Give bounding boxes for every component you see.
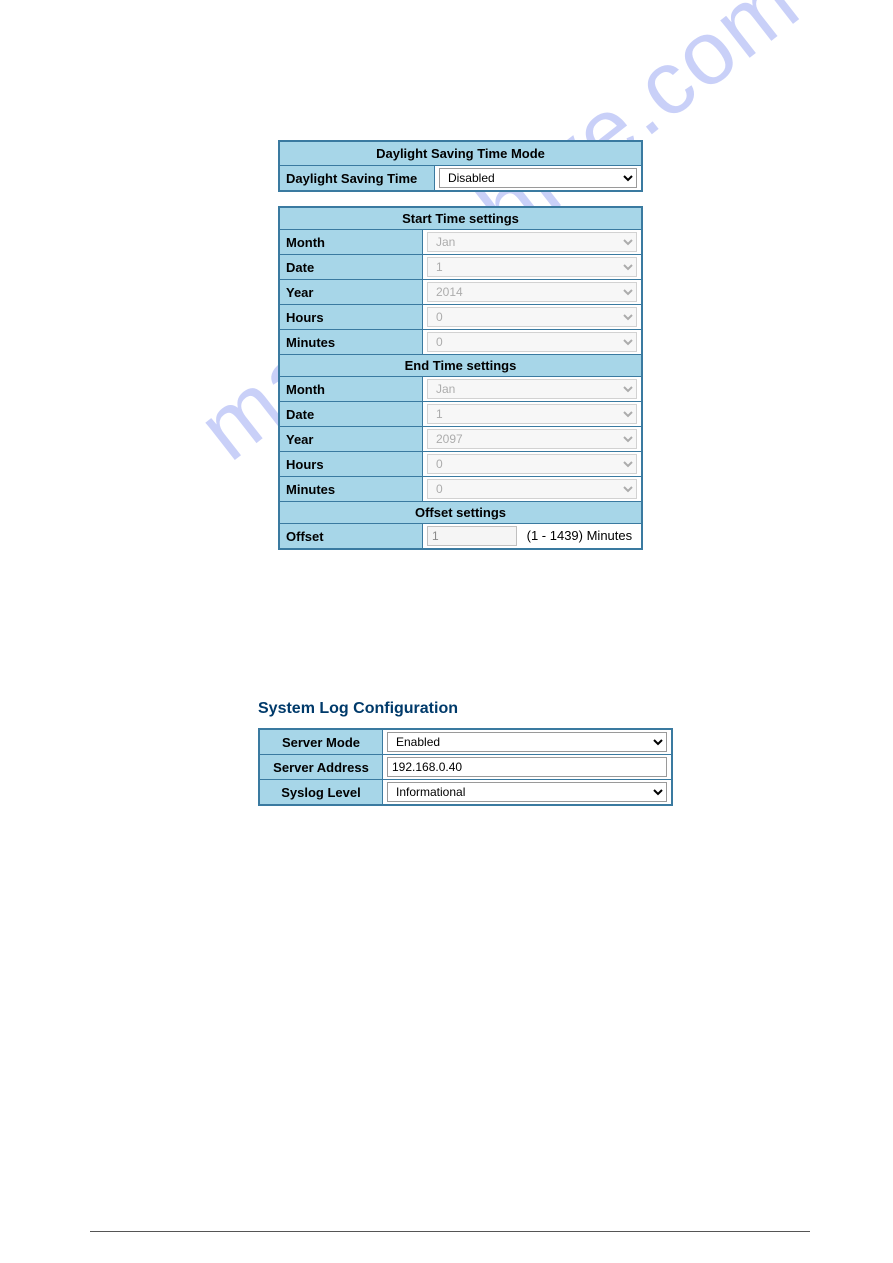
syslog-table: Server Mode Enabled Server Address Syslo… <box>258 728 673 806</box>
start-year-label: Year <box>279 280 423 305</box>
end-year-label: Year <box>279 427 423 452</box>
end-hours-select[interactable]: 0 <box>427 454 637 474</box>
start-hours-select[interactable]: 0 <box>427 307 637 327</box>
dst-section: Daylight Saving Time Mode Daylight Savin… <box>278 140 643 550</box>
offset-label: Offset <box>279 524 423 550</box>
server-address-input[interactable] <box>387 757 667 777</box>
footer-divider <box>90 1231 810 1232</box>
end-minutes-select[interactable]: 0 <box>427 479 637 499</box>
start-year-select[interactable]: 2014 <box>427 282 637 302</box>
end-time-header: End Time settings <box>279 355 642 377</box>
start-time-header: Start Time settings <box>279 207 642 230</box>
offset-header: Offset settings <box>279 502 642 524</box>
syslog-level-label: Syslog Level <box>259 780 383 806</box>
start-date-select[interactable]: 1 <box>427 257 637 277</box>
start-month-select[interactable]: Jan <box>427 232 637 252</box>
end-year-select[interactable]: 2097 <box>427 429 637 449</box>
offset-input[interactable] <box>427 526 517 546</box>
start-month-label: Month <box>279 230 423 255</box>
start-hours-label: Hours <box>279 305 423 330</box>
end-minutes-label: Minutes <box>279 477 423 502</box>
dst-mode-table: Daylight Saving Time Mode Daylight Savin… <box>278 140 643 192</box>
server-address-label: Server Address <box>259 755 383 780</box>
start-minutes-label: Minutes <box>279 330 423 355</box>
start-minutes-select[interactable]: 0 <box>427 332 637 352</box>
dst-mode-select[interactable]: Disabled <box>439 168 637 188</box>
end-month-label: Month <box>279 377 423 402</box>
end-hours-label: Hours <box>279 452 423 477</box>
dst-mode-label: Daylight Saving Time <box>279 166 434 192</box>
offset-hint: (1 - 1439) Minutes <box>521 528 633 543</box>
end-date-label: Date <box>279 402 423 427</box>
dst-time-table: Start Time settings Month Jan Date 1 Yea… <box>278 206 643 550</box>
syslog-title: System Log Configuration <box>258 700 673 718</box>
start-date-label: Date <box>279 255 423 280</box>
end-date-select[interactable]: 1 <box>427 404 637 424</box>
end-month-select[interactable]: Jan <box>427 379 637 399</box>
syslog-level-select[interactable]: Informational <box>387 782 667 802</box>
server-mode-label: Server Mode <box>259 729 383 755</box>
syslog-section: System Log Configuration Server Mode Ena… <box>258 700 673 806</box>
dst-mode-header: Daylight Saving Time Mode <box>279 141 642 166</box>
server-mode-select[interactable]: Enabled <box>387 732 667 752</box>
